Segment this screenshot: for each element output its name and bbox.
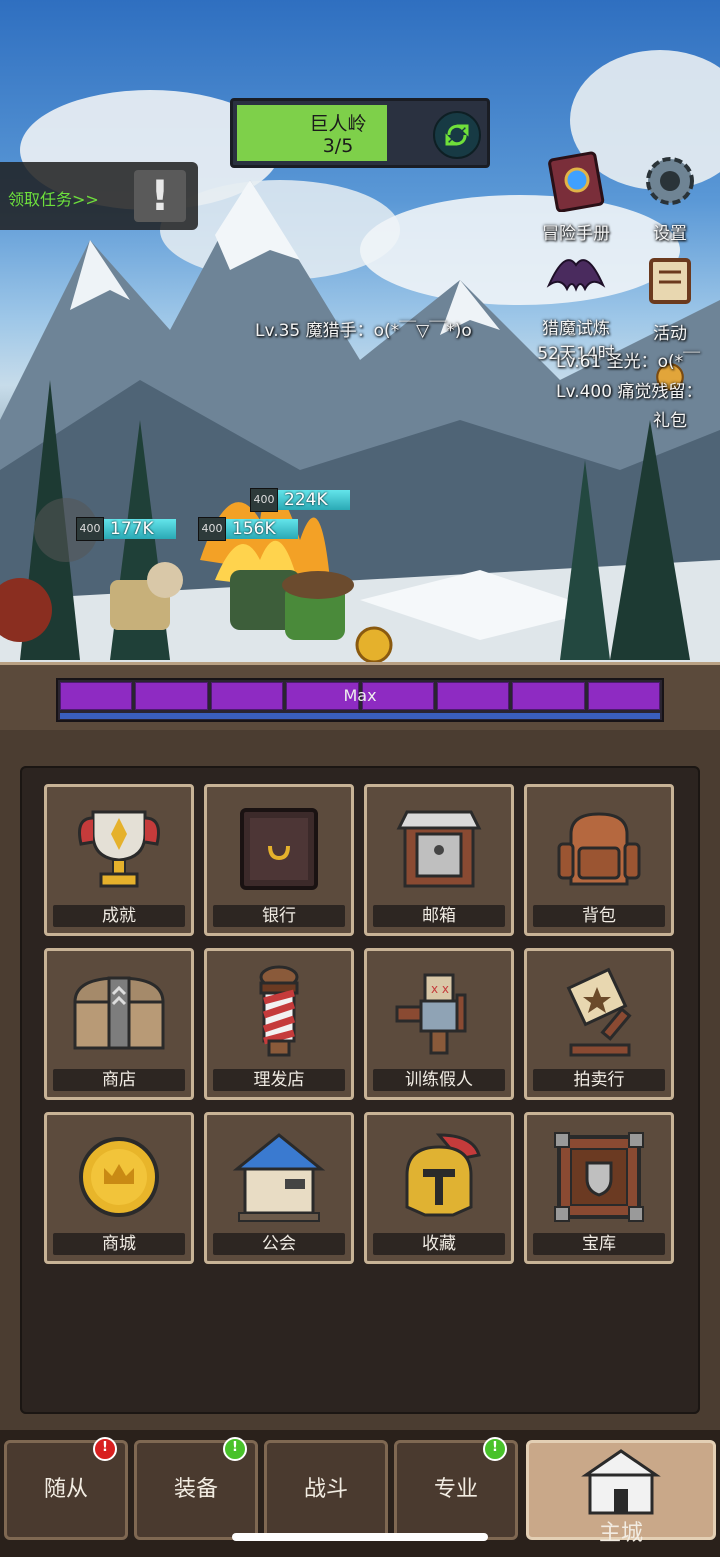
experience-underline	[60, 713, 660, 719]
quest-label[interactable]: 领取任务>>	[8, 186, 99, 210]
damage-number: 400 156K	[198, 517, 298, 541]
home-indicator[interactable]	[232, 1533, 488, 1541]
tab-main-city[interactable]: 主城	[526, 1440, 716, 1546]
tab-equipment[interactable]: 装备 !	[134, 1437, 258, 1540]
alert-badge: !	[483, 1437, 507, 1461]
experience-label: Max	[343, 686, 377, 705]
menu-label: 理发店	[213, 1069, 345, 1091]
menu-tile-bank[interactable]: 银行	[204, 784, 354, 936]
quest-banner[interactable]: 领取任务>> !	[0, 162, 198, 230]
bat-wing-icon	[546, 259, 606, 292]
menu-tile-backpack[interactable]: 背包	[524, 784, 674, 936]
stage-count: 3/5	[322, 135, 354, 157]
menu-tile-collection[interactable]: 收藏	[364, 1112, 514, 1264]
system-message: Lv.35 魔猎手：o(*￣▽￣*)o	[255, 321, 472, 341]
tab-label: 专业	[433, 1477, 478, 1502]
chest-icon	[73, 976, 165, 1050]
safe-icon	[240, 808, 318, 890]
scroll-icon	[649, 258, 691, 304]
adventure-book-button[interactable]: 冒险手册	[536, 150, 616, 244]
battle-scene: 巨人岭 3/5 领取任务>> ! 冒险手册 设置 猎魔试炼 52天14时 活动 …	[0, 0, 720, 665]
menu-label: 收藏	[373, 1233, 505, 1255]
adventure-book-label: 冒险手册	[542, 224, 610, 244]
exclamation-icon[interactable]: !	[134, 170, 186, 222]
tab-label: 战斗	[303, 1477, 348, 1502]
tab-label: 随从	[43, 1477, 88, 1502]
alert-badge: !	[93, 1437, 117, 1461]
gold-coin-icon	[79, 1137, 159, 1217]
menu-label: 成就	[53, 905, 185, 927]
menu-tile-achievements[interactable]: 成就	[44, 784, 194, 936]
stage-name: 巨人岭	[309, 113, 367, 135]
system-message: Lv.400 痛觉残留：	[556, 382, 703, 402]
gavel-icon	[566, 967, 632, 1057]
demon-trial-label: 猎魔试炼	[542, 319, 610, 339]
menu-label: 背包	[533, 905, 665, 927]
helmet-icon	[405, 1133, 481, 1217]
menu-tile-barber[interactable]: 理发店	[204, 948, 354, 1100]
refresh-icon[interactable]	[433, 111, 481, 159]
svg-text:x x: x x	[431, 982, 449, 996]
tab-followers[interactable]: 随从 !	[4, 1437, 128, 1540]
damage-number: 400 177K	[76, 517, 176, 541]
city-panel-frame: 成就 银行 邮箱 背包 商店 理发店 x x 训练假人 拍卖行 商城 公会 收藏…	[0, 730, 720, 1430]
tab-label: 主城	[598, 1521, 643, 1546]
backpack-icon	[557, 812, 641, 886]
system-message: Lv.61 圣光：o(*￣	[556, 352, 701, 372]
city-menu-grid: 成就 银行 邮箱 背包 商店 理发店 x x 训练假人 拍卖行 商城 公会 收藏…	[44, 784, 676, 1264]
tab-profession[interactable]: 专业 !	[394, 1437, 518, 1540]
barber-pole-icon	[259, 965, 299, 1057]
stage-progress-bar: 巨人岭 3/5	[230, 98, 490, 168]
menu-label: 拍卖行	[533, 1069, 665, 1091]
menu-label: 宝库	[533, 1233, 665, 1255]
vault-icon	[554, 1132, 644, 1222]
menu-tile-shop[interactable]: 商店	[44, 948, 194, 1100]
menu-tile-guild[interactable]: 公会	[204, 1112, 354, 1264]
settings-button[interactable]: 设置	[630, 150, 710, 244]
experience-bar: Max	[56, 678, 664, 722]
menu-label: 银行	[213, 905, 345, 927]
menu-tile-mailbox[interactable]: 邮箱	[364, 784, 514, 936]
menu-tile-training-dummy[interactable]: x x 训练假人	[364, 948, 514, 1100]
castle-icon	[581, 1449, 661, 1515]
menu-label: 公会	[213, 1233, 345, 1255]
menu-label: 商店	[53, 1069, 185, 1091]
training-dummy-icon: x x	[395, 973, 467, 1055]
events-button[interactable]: 活动	[630, 250, 710, 344]
menu-tile-auction[interactable]: 拍卖行	[524, 948, 674, 1100]
guild-hall-icon	[232, 1133, 326, 1222]
menu-tile-mall[interactable]: 商城	[44, 1112, 194, 1264]
city-menu-panel: 成就 银行 邮箱 背包 商店 理发店 x x 训练假人 拍卖行 商城 公会 收藏…	[20, 766, 700, 1414]
events-label: 活动	[653, 324, 687, 344]
gear-icon	[646, 157, 694, 205]
alert-badge: !	[223, 1437, 247, 1461]
gift-pack-label: 礼包	[653, 411, 687, 431]
menu-label: 邮箱	[373, 905, 505, 927]
menu-label: 商城	[53, 1233, 185, 1255]
menu-tile-vault[interactable]: 宝库	[524, 1112, 674, 1264]
menu-label: 训练假人	[373, 1069, 505, 1091]
tab-label: 装备	[173, 1477, 218, 1502]
settings-label: 设置	[653, 224, 687, 244]
trophy-icon	[78, 810, 160, 888]
damage-number: 400 224K	[250, 488, 350, 512]
mailbox-icon	[396, 810, 482, 888]
book-icon	[548, 151, 605, 213]
tab-battle[interactable]: 战斗	[264, 1440, 388, 1540]
